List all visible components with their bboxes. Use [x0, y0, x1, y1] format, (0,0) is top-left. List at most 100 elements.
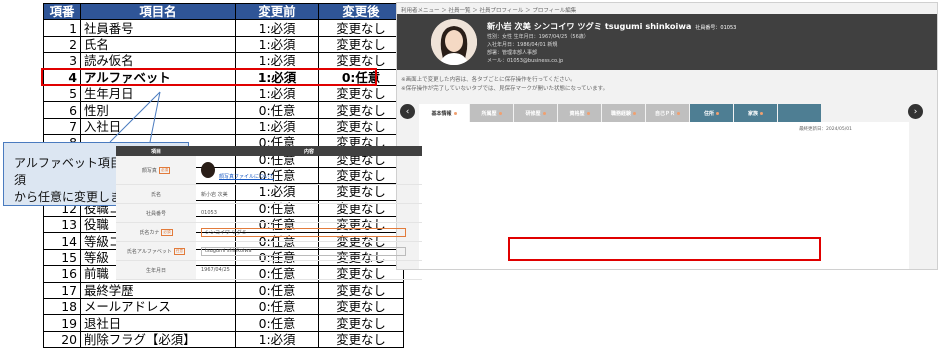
field-value: 01053	[201, 210, 217, 216]
form-row: 氏名カナ 必須 シンコイワ ツグミ	[116, 223, 422, 242]
tab-item[interactable]: 自己ＰＲ	[646, 104, 689, 122]
unsaved-dot-icon	[542, 111, 546, 115]
row-after: 変更なし	[318, 314, 404, 332]
tab-label: 職務経験	[610, 110, 631, 117]
row-before: 0:任意	[235, 298, 319, 316]
header-item-name: 項目名	[80, 2, 236, 21]
row-name: 削除フラグ【必須】	[80, 330, 236, 349]
header-after: 変更後	[318, 2, 404, 21]
text-input[interactable]: シンコイワ ツグミ	[201, 227, 406, 237]
tab-item[interactable]: 資格歴	[558, 104, 601, 122]
field-value: 1967/04/25	[201, 267, 230, 273]
tab-item[interactable]: 住所	[690, 104, 733, 122]
tab-label: 自己ＰＲ	[654, 110, 675, 117]
tab-item[interactable]	[778, 104, 821, 122]
row-name: 生年月日	[80, 84, 236, 103]
field-label: 社員番号	[116, 204, 196, 222]
field-label: 生年月日	[116, 261, 196, 279]
required-badge: 必須	[158, 166, 171, 174]
form-row: 顔写真 必須顔写真ファイルについて	[116, 156, 422, 185]
field-label: 顔写真 必須	[116, 156, 196, 184]
table-row: 2 氏名 1:必須 変更なし	[43, 35, 404, 54]
row-no: 1	[43, 19, 81, 37]
row-no: 20	[43, 330, 81, 349]
profile-line: 部署：管理本部人事部	[487, 50, 538, 56]
row-after: 変更なし	[318, 52, 404, 70]
profile-line: メール：01053@business.co.jp	[487, 58, 564, 64]
profile-form: 項目 内容 顔写真 必須顔写真ファイルについて氏名 新小岩 次美 社員番号 01053 氏…	[116, 146, 422, 280]
row-no: 18	[43, 298, 81, 316]
row-no: 13	[43, 216, 81, 234]
row-after: 変更なし	[318, 84, 404, 103]
header-no: 項番	[43, 2, 81, 21]
row-no: 5	[43, 84, 81, 103]
field-label: 氏名カナ 必須	[116, 223, 196, 241]
last-updated: 最終更新日：2024/05/01	[799, 127, 852, 132]
field-label: 氏名	[116, 185, 196, 203]
unsaved-dot-icon	[716, 111, 719, 115]
row-no: 16	[43, 265, 81, 283]
tab-label: 所属歴	[481, 110, 497, 117]
spec-header-row: 項番 項目名 変更前 変更後	[43, 2, 404, 21]
tab-next-button[interactable]: ›	[908, 104, 923, 119]
row-after: 変更なし	[318, 281, 404, 300]
form-header: 項目 内容	[116, 146, 422, 156]
row-before: 1:必須	[235, 117, 319, 136]
row-highlight-box	[41, 68, 377, 86]
photo-file-link[interactable]: 顔写真ファイルについて	[219, 173, 274, 180]
profile-line: 性別：女性 生年月日：1967/04/25（56歳）	[487, 34, 589, 40]
avatar	[431, 19, 477, 65]
row-before: 0:任意	[235, 314, 319, 332]
table-row: 17 最終学歴 0:任意 変更なし	[43, 281, 404, 300]
table-row: 1 社員番号 1:必須 変更なし	[43, 19, 404, 37]
row-name: 社員番号	[80, 19, 236, 37]
header-before: 変更前	[235, 2, 319, 21]
row-before: 1:必須	[235, 84, 319, 103]
row-no: 6	[43, 101, 81, 119]
notice-text: ※画面上で変更した内容は、各タブごとに保存操作を行ってください。	[401, 77, 576, 83]
row-after: 変更なし	[318, 117, 404, 136]
form-rows: 顔写真 必須顔写真ファイルについて氏名 新小岩 次美 社員番号 01053 氏名カナ 必須シ…	[116, 156, 422, 280]
form-row: 生年月日 1967/04/25	[116, 261, 422, 280]
row-no: 14	[43, 232, 81, 250]
profile-line: 入社年月日：1986/04/01 新規	[487, 42, 558, 48]
row-before: 1:必須	[235, 52, 319, 70]
table-row: 19 退社日 0:任意 変更なし	[43, 314, 404, 332]
breadcrumb: 利用者メニュー ＞ 社員一覧 ＞ 社員プロフィール ＞ プロフィール編集	[401, 8, 577, 14]
photo-thumbnail-icon	[201, 162, 215, 178]
field-highlight-box	[508, 237, 821, 261]
tab-item[interactable]: 研修歴	[514, 104, 557, 122]
tab-label: 基本情報	[431, 110, 452, 117]
table-row: 20 削除フラグ【必須】 1:必須 変更なし	[43, 330, 404, 349]
tab-item[interactable]: 職務経験	[602, 104, 645, 122]
profile-name: 新小岩 次美 シンコイワ ツグミ tsugumi shinkoiwa 社員番号：0…	[487, 21, 737, 31]
tab-prev-button[interactable]: ‹	[400, 104, 415, 119]
tab-item[interactable]: 所属歴	[470, 104, 513, 122]
tab-item[interactable]: 家族	[734, 104, 777, 122]
form-row: 社員番号 01053	[116, 204, 422, 223]
form-header-item: 項目	[150, 148, 161, 155]
unsaved-dot-icon	[586, 111, 590, 115]
field-value: 顔写真ファイルについて	[196, 156, 422, 184]
row-after: 変更なし	[318, 19, 404, 37]
tab-label: 研修歴	[525, 110, 541, 117]
row-no: 17	[43, 281, 81, 300]
row-after: 変更なし	[318, 35, 404, 54]
row-before: 1:必須	[235, 330, 319, 349]
row-name: 最終学歴	[80, 281, 236, 300]
field-value: 新小岩 次美	[201, 191, 228, 198]
table-row: 6 性別 0:任意 変更なし	[43, 101, 404, 119]
unsaved-dot-icon	[633, 111, 636, 115]
row-before: 1:必須	[235, 35, 319, 54]
row-no: 15	[43, 248, 81, 267]
tab-item[interactable]: 基本情報	[419, 104, 469, 122]
text-input[interactable]: tsugumi shinkoiwa	[201, 246, 406, 256]
row-name: 性別	[80, 101, 236, 119]
row-no: 7	[43, 117, 81, 136]
unsaved-dot-icon	[760, 111, 763, 115]
unsaved-dot-icon	[677, 111, 680, 115]
form-row: 氏名 新小岩 次美	[116, 185, 422, 204]
field-value: tsugumi shinkoiwa	[196, 242, 422, 260]
row-before: 1:必須	[235, 19, 319, 37]
field-label: 氏名アルファベット 任意	[116, 242, 196, 260]
